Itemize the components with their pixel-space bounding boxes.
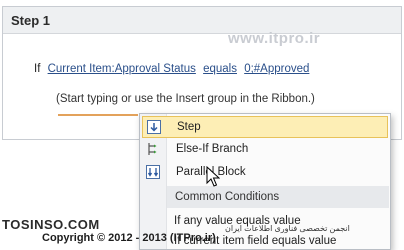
step-title: Step 1 xyxy=(11,12,51,28)
watermark-tosinso: TOSINSO.COM xyxy=(2,217,100,232)
watermark-copyright: Copyright © 2012 - 2013 (ITPro.ir) xyxy=(42,232,216,244)
common-conditions-header: Common Conditions xyxy=(167,186,389,208)
menu-item-label: Step xyxy=(177,121,201,133)
menu-item-else-if-branch[interactable]: Else-If Branch xyxy=(142,138,388,160)
condition-field-link[interactable]: Current Item:Approval Status xyxy=(48,63,196,75)
watermark-persian: انجمن تخصصی فناوری اطلاعات ایران xyxy=(225,224,350,233)
condition-line: If Current Item:Approval Status equals 0… xyxy=(34,63,309,75)
step-header[interactable]: Step 1 xyxy=(3,7,401,34)
watermark-itpro: www.itpro.ir xyxy=(228,30,321,47)
mouse-pointer-icon xyxy=(206,166,220,187)
parallel-block-icon xyxy=(142,165,164,179)
if-keyword: If xyxy=(34,63,41,75)
insert-hint[interactable]: (Start typing or use the Insert group in… xyxy=(56,93,315,105)
step-down-arrow-icon xyxy=(143,120,165,134)
condition-operator-link[interactable]: equals xyxy=(203,63,237,75)
menu-item-parallel-block[interactable]: Parallel Block xyxy=(142,161,388,183)
menu-item-label: Else-If Branch xyxy=(176,143,249,155)
branch-icon xyxy=(142,142,164,156)
insertion-indicator xyxy=(58,114,138,116)
condition-value-link[interactable]: 0;#Approved xyxy=(244,63,309,75)
menu-item-step[interactable]: Step xyxy=(142,116,388,138)
